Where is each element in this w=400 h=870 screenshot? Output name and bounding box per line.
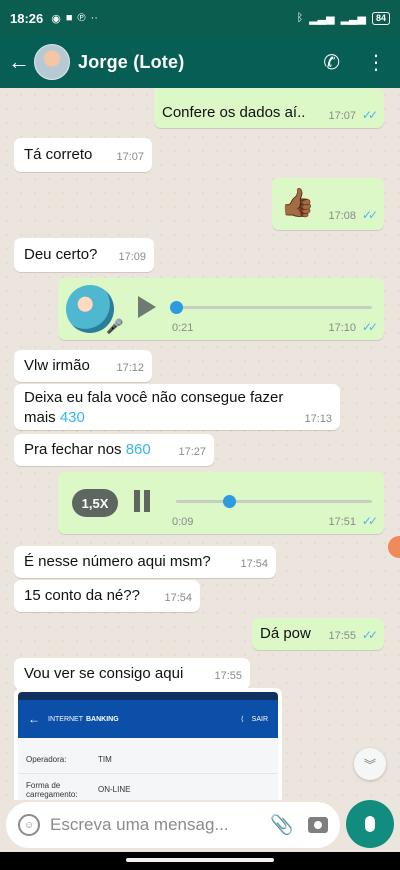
voice-message[interactable]: 1,5X 0:09 17:51 ✓✓ xyxy=(58,472,384,534)
read-ticks-icon: ✓✓ xyxy=(361,514,378,528)
composer: ☺ Escreva uma mensag... 📎 xyxy=(0,800,400,852)
audio-duration: 0:09 xyxy=(172,516,194,528)
message-text: Vlw irmão xyxy=(24,357,90,374)
emoji-icon[interactable]: ☺ xyxy=(18,814,40,836)
field-label: Operadora: xyxy=(26,755,67,764)
message-time: 17:55 xyxy=(328,630,356,642)
message-bubble[interactable]: Dá pow 17:55 ✓✓ xyxy=(252,618,384,650)
more-notifications-icon: ·· xyxy=(90,12,98,24)
message-bubble[interactable]: 15 conto da né?? 17:54 xyxy=(14,580,200,612)
audio-progress-bar[interactable] xyxy=(170,301,372,314)
read-ticks-icon: ✓✓ xyxy=(361,628,378,642)
playback-speed-button[interactable]: 1,5X xyxy=(72,489,118,517)
message-text: Dá pow xyxy=(260,625,311,642)
message-text: Tá correto xyxy=(24,146,93,163)
whatsapp-icon: ◉ xyxy=(51,12,61,25)
message-bubble[interactable]: Vou ver se consigo aqui 17:55 xyxy=(14,658,250,690)
message-text: Deu certo? xyxy=(24,246,98,263)
add-call-icon[interactable]: ✆ xyxy=(323,50,340,75)
audio-scrubber[interactable] xyxy=(222,495,236,508)
banking-screenshot[interactable]: ← INTERNET BANKING ⟨ SAIR Operadora: TIM… xyxy=(18,692,278,800)
double-chevron-down-icon: ︾ xyxy=(363,757,376,772)
thumbs-up-emoji: 👍🏾 xyxy=(280,187,315,218)
message-time: 17:09 xyxy=(118,251,146,263)
message-time: 17:13 xyxy=(304,413,332,425)
message-bubble[interactable]: Pra fechar nos 860 17:27 xyxy=(14,434,214,466)
status-bar: 18:26 ◉ ■ ℗ ·· ᛒ ▂▃▅ ▂▃▅ 84 xyxy=(0,0,400,36)
audio-scrubber[interactable] xyxy=(170,301,183,314)
chat-area[interactable]: Confere os dados aí.. 17:07 ✓✓ Tá corret… xyxy=(0,88,400,800)
camera-icon[interactable] xyxy=(308,817,328,833)
message-time: 17:12 xyxy=(116,362,144,374)
mic-icon xyxy=(365,816,375,832)
bluetooth-icon: ᛒ xyxy=(296,12,304,24)
video-icon: ■ xyxy=(65,12,73,24)
chat-header: ← Jorge (Lote) ✆ ⋮ xyxy=(0,36,400,88)
floating-bubble[interactable] xyxy=(388,536,400,558)
message-bubble[interactable]: Tá correto 17:07 xyxy=(14,138,152,172)
message-time: 17:08 xyxy=(328,210,356,222)
number-link[interactable]: 860 xyxy=(126,441,151,458)
read-ticks-icon: ✓✓ xyxy=(361,208,378,222)
play-button[interactable] xyxy=(138,296,156,318)
message-text: Deixa eu fala você não consegue fazer ma… xyxy=(24,389,284,426)
back-arrow-icon[interactable]: ← xyxy=(8,49,30,75)
exit-label: SAIR xyxy=(251,715,268,723)
message-input[interactable]: ☺ Escreva uma mensag... 📎 xyxy=(6,802,340,848)
message-time: 17:51 xyxy=(328,516,356,528)
scroll-down-button[interactable]: ︾ xyxy=(354,748,386,780)
signal-icon: ▂▃▅ xyxy=(309,12,335,25)
message-placeholder[interactable]: Escreva uma mensag... xyxy=(50,815,264,835)
message-bubble[interactable]: Deu certo? 17:09 xyxy=(14,238,154,272)
read-ticks-icon: ✓✓ xyxy=(361,320,378,334)
avatar[interactable] xyxy=(34,44,70,80)
voice-message[interactable]: 🎤 0:21 17:10 ✓✓ xyxy=(58,278,384,340)
app-title: BANKING xyxy=(86,715,119,723)
message-time: 17:07 xyxy=(328,110,356,122)
message-time: 17:27 xyxy=(178,446,206,458)
audio-progress-bar[interactable] xyxy=(176,495,372,508)
contact-name[interactable]: Jorge (Lote) xyxy=(78,52,184,73)
mic-icon: 🎤 xyxy=(106,318,124,334)
field-label: Forma de carregamento: xyxy=(26,780,78,799)
status-time: 18:26 xyxy=(10,10,44,26)
field-value: TIM xyxy=(98,755,112,764)
back-arrow-icon: ← xyxy=(28,712,40,726)
message-time: 17:55 xyxy=(214,670,242,682)
message-bubble[interactable]: É nesse número aqui msm? 17:54 xyxy=(14,546,276,578)
pinterest-icon: ℗ xyxy=(77,12,86,24)
message-time: 17:54 xyxy=(240,558,268,570)
message-time: 17:10 xyxy=(328,322,356,334)
home-indicator[interactable] xyxy=(126,858,274,862)
attach-icon[interactable]: 📎 xyxy=(270,813,294,837)
share-icon: ⟨ xyxy=(240,716,244,723)
battery-icon: 84 xyxy=(371,11,390,25)
audio-duration: 0:21 xyxy=(172,322,194,334)
pause-button[interactable] xyxy=(134,490,152,512)
message-text: É nesse número aqui msm? xyxy=(24,553,211,570)
message-time: 17:07 xyxy=(116,151,144,163)
message-text: 15 conto da né?? xyxy=(24,587,140,604)
message-text: Pra fechar nos 860 xyxy=(24,441,151,458)
message-text: Vou ver se consigo aqui xyxy=(24,665,184,682)
menu-icon[interactable]: ⋮ xyxy=(366,50,386,75)
message-bubble[interactable]: Deixa eu fala você não consegue fazer ma… xyxy=(14,384,340,430)
image-message[interactable]: ← INTERNET BANKING ⟨ SAIR Operadora: TIM… xyxy=(14,688,282,800)
message-text: Confere os dados aí.. xyxy=(162,104,306,121)
message-bubble[interactable]: Vlw irmão 17:12 xyxy=(14,350,152,382)
signal-icon: ▂▃▅ xyxy=(340,12,366,25)
system-nav-bar xyxy=(0,852,400,870)
number-link[interactable]: 430 xyxy=(60,409,85,426)
read-ticks-icon: ✓✓ xyxy=(361,108,378,122)
message-time: 17:54 xyxy=(164,592,192,604)
field-value: ON-LINE xyxy=(98,785,131,794)
mic-button[interactable] xyxy=(346,800,394,848)
message-bubble[interactable]: Confere os dados aí.. 17:07 ✓✓ xyxy=(154,88,384,128)
app-title: INTERNET xyxy=(48,715,83,723)
message-bubble[interactable]: 👍🏾 17:08 ✓✓ xyxy=(272,178,384,230)
